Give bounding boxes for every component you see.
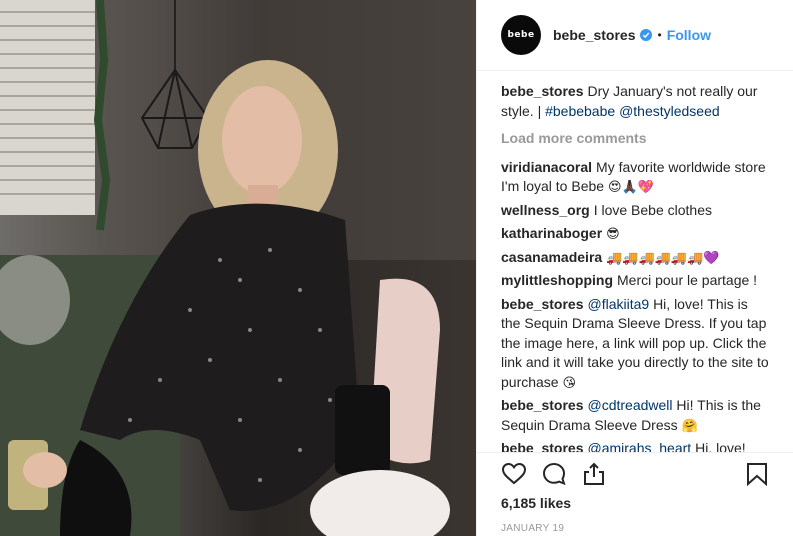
- bookmark-icon[interactable]: [744, 461, 770, 487]
- comment-emoji: 🚚🚚🚚🚚🚚🚚💜: [606, 249, 720, 265]
- garland: [93, 0, 111, 231]
- comment-item: bebe_stores @cdtreadwell Hi! This is the …: [501, 396, 770, 435]
- caption: bebe_stores Dry January's not really our …: [501, 82, 770, 121]
- caption-hashtag[interactable]: #bebebabe: [545, 103, 615, 119]
- post-sidebar: bebe bebe_stores • Follow bebe_stores Dry…: [476, 0, 793, 536]
- comment-username[interactable]: wellness_org: [501, 202, 590, 218]
- comment-username[interactable]: casanamadeira: [501, 249, 602, 265]
- likes-count[interactable]: 6,185 likes: [501, 495, 770, 511]
- comment-item: viridianacoral My favorite worldwide stor…: [501, 158, 770, 197]
- caption-username[interactable]: bebe_stores: [501, 83, 583, 99]
- comment-username[interactable]: bebe_stores: [501, 440, 583, 452]
- comment-username[interactable]: mylittleshopping: [501, 272, 613, 288]
- comment-mention[interactable]: @amirahs_heart: [587, 440, 691, 452]
- comment-emoji: 🤗: [681, 417, 698, 433]
- face: [222, 86, 302, 194]
- share-icon[interactable]: [581, 461, 607, 487]
- avatar-logo-text: bebe: [507, 30, 535, 40]
- comments-section: bebe_stores Dry January's not really our …: [477, 82, 793, 452]
- comment-username[interactable]: katharinaboger: [501, 225, 602, 241]
- instagram-post: bebe bebe_stores • Follow bebe_stores Dry…: [0, 0, 793, 536]
- comment-emoji: 😎: [606, 226, 620, 241]
- follow-button[interactable]: Follow: [667, 27, 711, 43]
- caption-mention[interactable]: @thestyledseed: [619, 103, 720, 119]
- avatar[interactable]: bebe: [501, 15, 541, 55]
- comment-mention[interactable]: @flakiita9: [587, 296, 649, 312]
- heart-icon[interactable]: [501, 461, 527, 487]
- separator-dot: •: [657, 28, 662, 42]
- comment-text: Hi, love!: [695, 440, 746, 452]
- post-header: bebe bebe_stores • Follow: [477, 0, 793, 71]
- verified-badge-icon: [640, 29, 653, 41]
- action-icons: [501, 453, 770, 495]
- comment-item: bebe_stores @amirahs_heart Hi, love!: [501, 439, 770, 452]
- comment-item: katharinaboger 😎: [501, 224, 770, 244]
- comment-username[interactable]: bebe_stores: [501, 397, 583, 413]
- comment-emoji: 😘: [562, 374, 577, 390]
- comment-item: casanamadeira 🚚🚚🚚🚚🚚🚚💜: [501, 248, 770, 268]
- comment-item: bebe_stores @flakiita9 Hi, love! This is …: [501, 295, 770, 393]
- post-photo[interactable]: [0, 0, 476, 536]
- comment-text: Merci pour le partage !: [617, 272, 758, 288]
- comment-emoji: 😍🙏🏿💖: [607, 179, 654, 194]
- comment-icon[interactable]: [541, 461, 567, 487]
- post-actions: 6,185 likes JANUARY 19: [477, 452, 793, 536]
- window: [0, 0, 95, 215]
- comment-text: I love Bebe clothes: [593, 201, 712, 218]
- comment-item: wellness_org I love Bebe clothes: [501, 201, 770, 221]
- post-date[interactable]: JANUARY 19: [501, 523, 770, 534]
- load-more-comments-button[interactable]: Load more comments: [501, 129, 770, 149]
- header-username[interactable]: bebe_stores: [553, 27, 635, 43]
- photo-illustration: [0, 0, 476, 536]
- comment-username[interactable]: viridianacoral: [501, 159, 592, 175]
- handbag: [335, 385, 390, 475]
- comment-username[interactable]: bebe_stores: [501, 296, 583, 312]
- comment-mention[interactable]: @cdtreadwell: [587, 397, 672, 413]
- comment-item: mylittleshopping Merci pour le partage !: [501, 271, 770, 291]
